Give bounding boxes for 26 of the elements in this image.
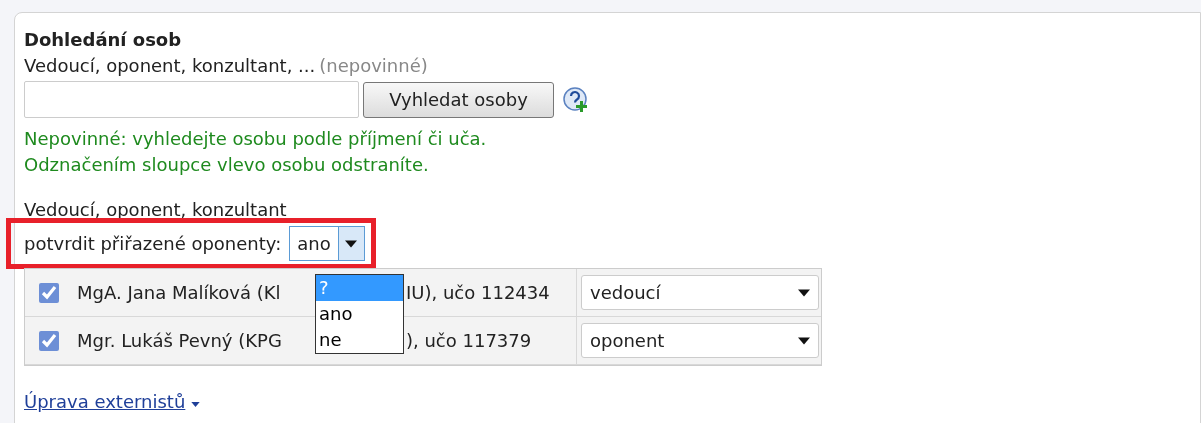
person-name: Mgr. Lukáš Pevný (KPG bbox=[77, 330, 282, 351]
caret-icon[interactable] bbox=[191, 402, 201, 407]
role-select[interactable]: vedoucí bbox=[581, 275, 819, 310]
role-select[interactable]: oponent bbox=[581, 323, 819, 358]
subtitle: Vedoucí, oponent, konzultant, ... bbox=[24, 54, 316, 78]
search-field[interactable] bbox=[24, 81, 359, 118]
hint-text: Odznačením sloupce vlevo osobu odstraníte. bbox=[24, 153, 429, 177]
confirm-select[interactable]: ano bbox=[289, 226, 365, 261]
caret-icon bbox=[798, 336, 810, 345]
person-checkbox[interactable] bbox=[39, 330, 59, 351]
help-plus-icon[interactable] bbox=[562, 85, 590, 114]
search-button[interactable]: Vyhledat osoby bbox=[363, 81, 554, 118]
person-name: IU), učo 112434 bbox=[406, 281, 550, 305]
caret-icon bbox=[345, 239, 358, 248]
hint-text: Nepovinné: vyhledejte osobu podle příjmení či uča. bbox=[24, 127, 487, 151]
dropdown-option[interactable]: ano bbox=[316, 301, 403, 327]
confirm-label: potvrdit přiřazené oponenty: bbox=[24, 232, 282, 256]
section-title: Dohledání osob bbox=[24, 28, 182, 52]
person-name: ), učo 117379 bbox=[406, 329, 532, 353]
caret-icon bbox=[798, 288, 810, 297]
list-heading: Vedoucí, oponent, konzultant bbox=[24, 200, 287, 218]
optional-note: (nepovinné) bbox=[319, 54, 428, 78]
dropdown-option[interactable]: ne bbox=[316, 327, 403, 353]
person-checkbox[interactable] bbox=[39, 282, 59, 303]
person-name: MgA. Jana Malíková (Kl bbox=[77, 282, 281, 303]
externists-link[interactable]: Úprava externistů bbox=[24, 388, 186, 415]
